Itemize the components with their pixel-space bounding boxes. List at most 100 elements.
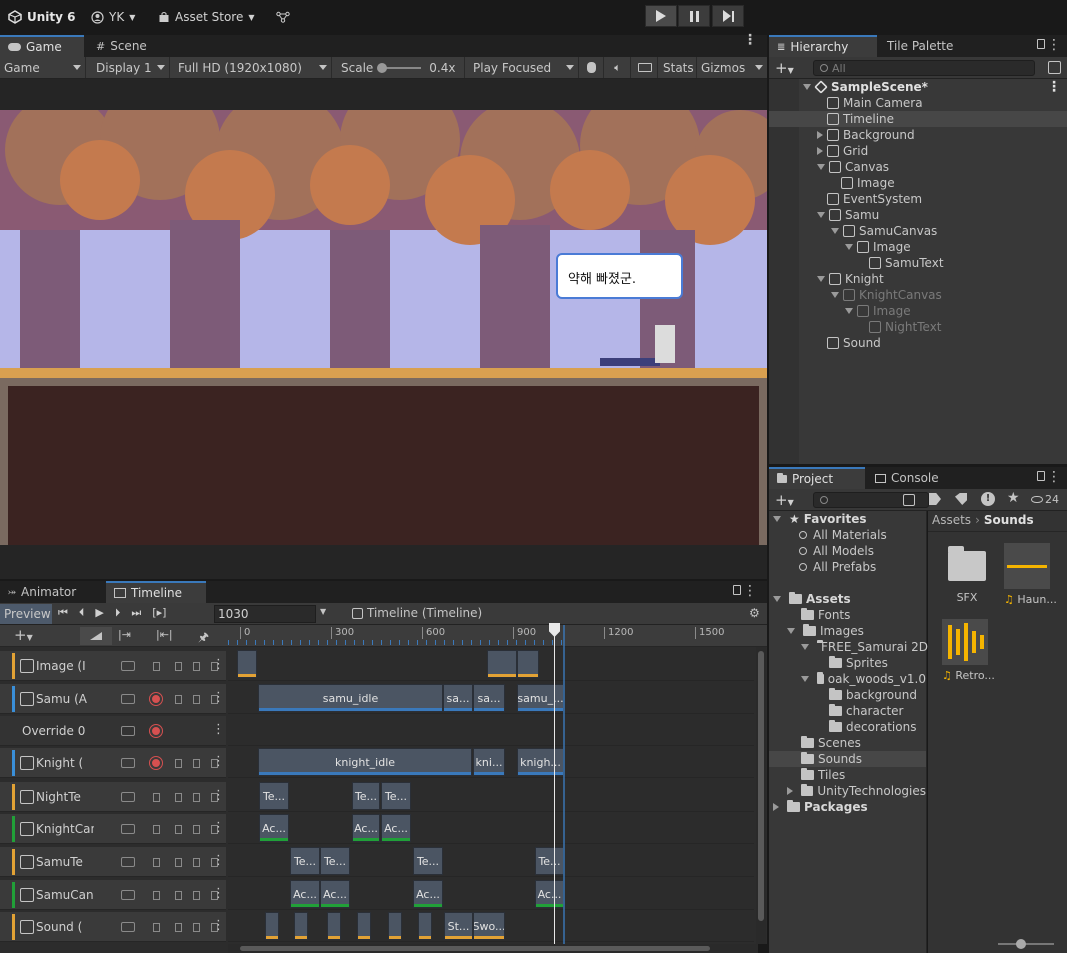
more-options-icon[interactable]: ⋮ [212, 918, 225, 933]
pause-button[interactable] [678, 5, 710, 27]
more-options-icon[interactable]: ⋮ [212, 754, 225, 769]
asset-tree-item[interactable]: Sounds [769, 751, 926, 767]
warning-filter-icon[interactable]: ! [981, 492, 995, 506]
asset-tree-item[interactable]: Packages [769, 799, 926, 815]
asset-tree-item[interactable]: Sprites [769, 655, 926, 671]
add-object-button[interactable]: +▼ [775, 59, 794, 77]
more-options-icon[interactable]: ⋮ [212, 853, 225, 868]
hierarchy-item[interactable]: Image [769, 303, 1067, 319]
hierarchy-item[interactable]: Sound [769, 335, 1067, 351]
pin-icon[interactable]: 🖈︎ [198, 628, 209, 649]
hierarchy-item[interactable]: Canvas [769, 159, 1067, 175]
animation-clip[interactable]: knight_idle [258, 748, 472, 776]
asset-tree-item[interactable]: Fonts [769, 607, 926, 623]
search-window-icon[interactable] [903, 494, 915, 506]
curves-icon[interactable] [120, 821, 136, 837]
breadcrumb-sounds[interactable]: Sounds [984, 513, 1034, 527]
asset-tree-item[interactable]: Images [769, 623, 926, 639]
audio-clip[interactable]: St... [444, 912, 473, 940]
activation-clip[interactable]: Ac... [352, 814, 380, 842]
tab-game[interactable]: Game [0, 35, 84, 57]
record-icon[interactable] [148, 854, 164, 870]
stats-button[interactable]: Stats [659, 57, 697, 78]
collapse-arrow-icon[interactable] [817, 164, 825, 170]
snap-icon[interactable] [80, 627, 112, 645]
lock-icon[interactable] [188, 658, 204, 674]
preview-toggle[interactable]: Preview [0, 604, 52, 624]
expand-arrow-icon[interactable] [817, 147, 823, 155]
next-frame-icon[interactable]: ⏵ [115, 606, 121, 620]
audio-clip[interactable] [327, 912, 341, 940]
hierarchy-item[interactable]: Grid [769, 143, 1067, 159]
curves-icon[interactable] [120, 789, 136, 805]
scale-slider[interactable]: Scale 0.4x [337, 57, 465, 78]
curves-icon[interactable] [120, 919, 136, 935]
frame-field[interactable]: 1030 [214, 605, 316, 623]
expand-arrow-icon[interactable] [787, 787, 793, 795]
audio-clip[interactable]: Swo... [473, 912, 505, 940]
create-asset-button[interactable]: +▼ [775, 491, 794, 509]
time-ruler[interactable]: 0 300 600 900 1200 1500 [228, 625, 754, 647]
more-options-icon[interactable]: ⋮ [743, 584, 757, 598]
resolution-dropdown[interactable]: Full HD (1920x1080) [174, 57, 332, 78]
tab-animator[interactable]: ⤖ Animator [0, 581, 84, 603]
more-options-icon[interactable]: ⋮ [212, 820, 225, 835]
hierarchy-item[interactable]: Samu [769, 207, 1067, 223]
text-clip[interactable]: Te... [413, 847, 443, 875]
lock-icon[interactable] [188, 789, 204, 805]
timeline-track-lane[interactable] [228, 780, 754, 812]
asset-haunted-audio[interactable]: ♫ Haun... [1004, 543, 1057, 606]
curves-icon[interactable] [120, 723, 136, 739]
collapse-arrow-icon[interactable] [801, 676, 809, 682]
gizmos-dropdown[interactable]: Gizmos [697, 57, 767, 78]
breadcrumb-assets[interactable]: Assets [932, 513, 971, 527]
bug-button[interactable] [580, 57, 604, 78]
animation-clip[interactable]: sa... [473, 684, 505, 712]
hierarchy-item[interactable]: KnightCanvas [769, 287, 1067, 303]
scene-row[interactable]: SampleScene* ⋮ [769, 79, 1067, 95]
activation-clip[interactable]: Ac... [259, 814, 289, 842]
lock-icon[interactable] [188, 755, 204, 771]
label-icon[interactable] [955, 493, 967, 505]
curves-icon[interactable] [120, 854, 136, 870]
icon-size-slider[interactable] [998, 939, 1054, 949]
collapse-arrow-icon[interactable] [817, 212, 825, 218]
activation-clip[interactable]: Ac... [535, 880, 564, 908]
account-dropdown[interactable]: YK ▼ [91, 8, 135, 26]
display-dropdown[interactable]: Display 1 [92, 57, 170, 78]
lock-icon[interactable] [188, 854, 204, 870]
audio-clip[interactable] [357, 912, 371, 940]
animation-clip[interactable]: kni... [473, 748, 505, 776]
hierarchy-item[interactable]: Main Camera [769, 95, 1067, 111]
animation-clip[interactable]: sa... [443, 684, 473, 712]
more-options-icon[interactable]: ⋮ [212, 788, 225, 803]
play-icon[interactable]: ▶ [95, 606, 103, 620]
curves-icon[interactable] [120, 691, 136, 707]
timeline-scrollbar[interactable] [756, 647, 766, 944]
hierarchy-item[interactable]: NightText [769, 319, 1067, 335]
curves-icon[interactable] [120, 658, 136, 674]
more-options-icon[interactable]: ⋮ [212, 690, 225, 705]
timeline-track-lane[interactable] [228, 714, 754, 746]
collapse-arrow-icon[interactable] [845, 244, 853, 250]
collapse-arrow-icon[interactable] [787, 628, 795, 634]
tab-timeline[interactable]: Timeline [106, 581, 206, 603]
lock-icon[interactable] [188, 887, 204, 903]
image-clip[interactable] [517, 650, 539, 678]
collapse-arrow-icon[interactable] [845, 308, 853, 314]
pin-icon[interactable] [170, 919, 186, 935]
ripple-icon[interactable]: |⇥ [118, 628, 131, 641]
add-track-button[interactable]: +▼ [14, 626, 33, 644]
lock-icon[interactable] [1037, 471, 1045, 481]
pin-icon[interactable] [170, 789, 186, 805]
collapse-arrow-icon[interactable] [831, 228, 839, 234]
expand-arrow-icon[interactable] [773, 516, 781, 522]
collapse-arrow-icon[interactable] [801, 644, 809, 650]
record-icon[interactable] [148, 755, 164, 771]
text-clip[interactable]: Te... [352, 782, 380, 810]
hierarchy-item[interactable]: Timeline [769, 111, 1067, 127]
hierarchy-item[interactable]: Background [769, 127, 1067, 143]
record-icon[interactable] [148, 821, 164, 837]
timeline-track-header[interactable]: Image (I ⋮ [0, 651, 226, 681]
step-button[interactable] [712, 5, 744, 27]
